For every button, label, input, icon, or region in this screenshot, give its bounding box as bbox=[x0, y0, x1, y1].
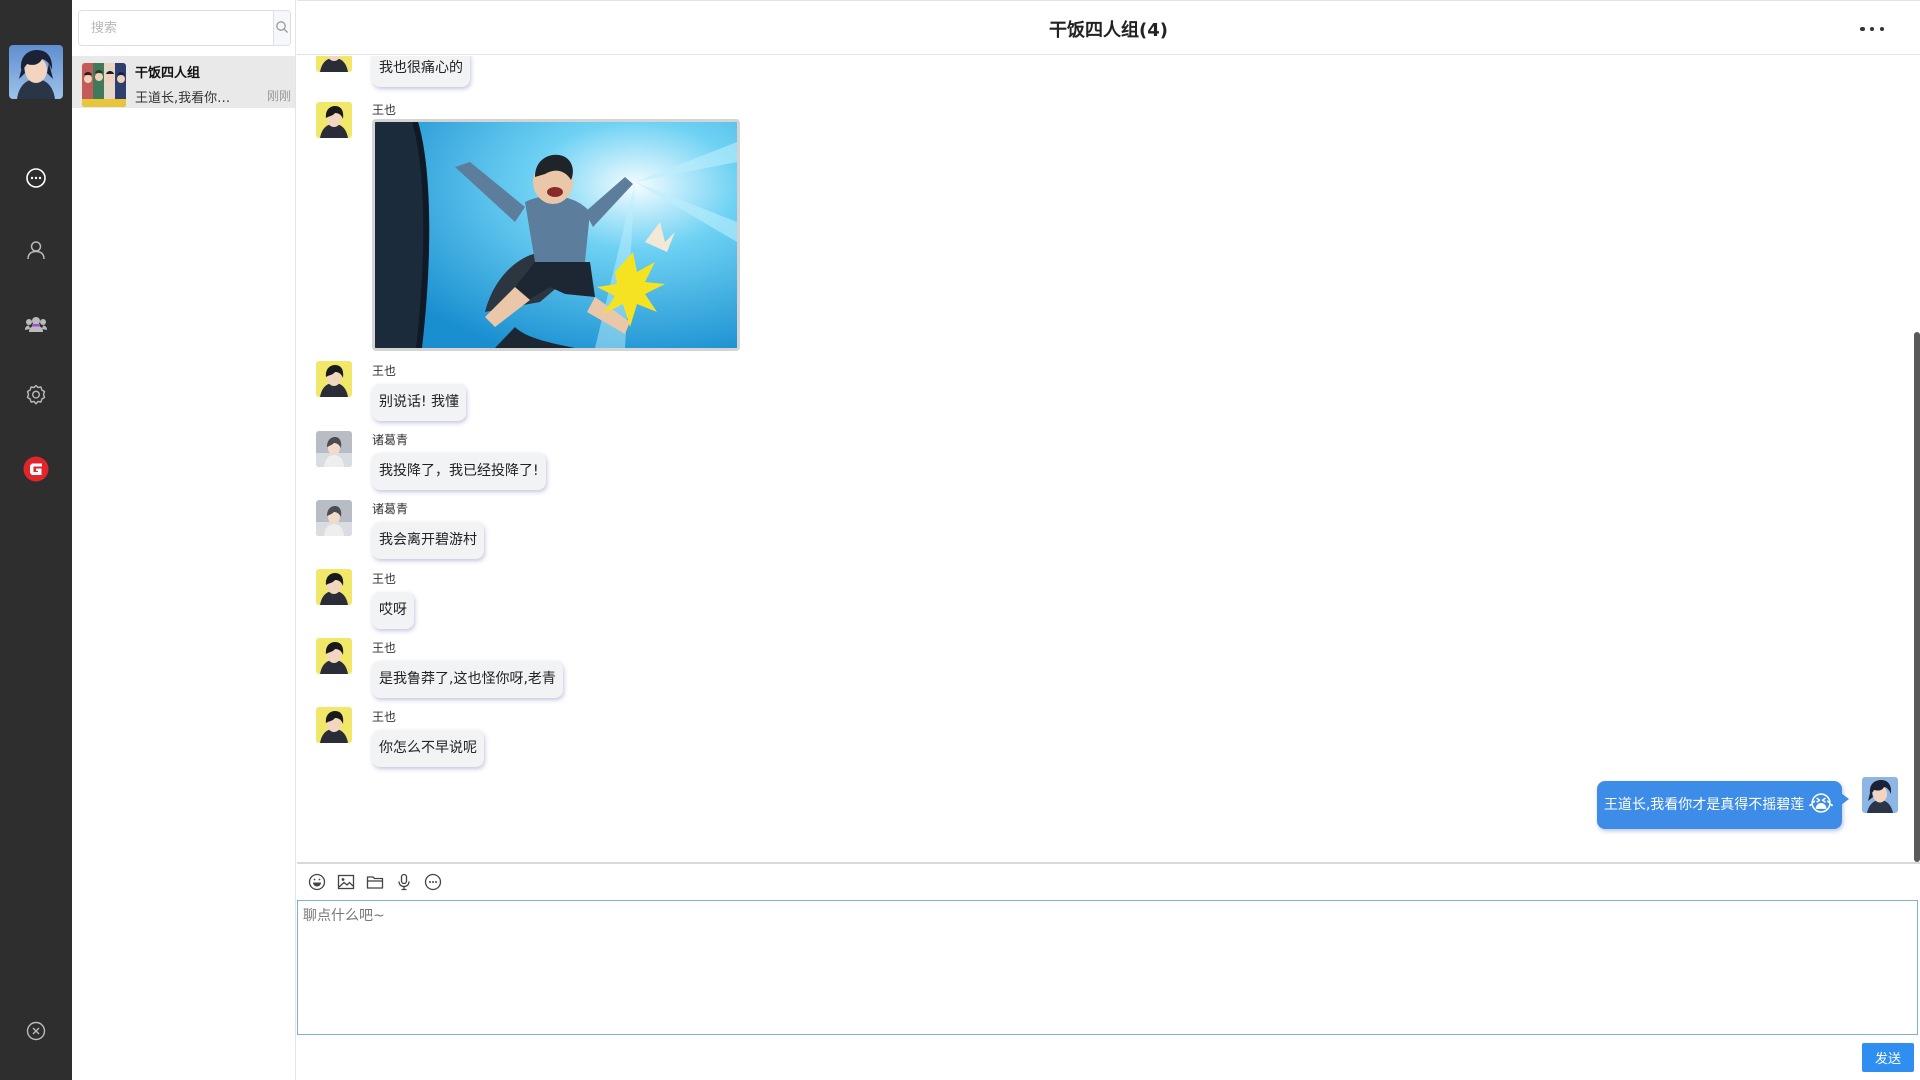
message-avatar bbox=[316, 56, 352, 72]
own-message-text: 王道长,我看你才是真得不摇碧莲 bbox=[1603, 797, 1805, 813]
group-avatar bbox=[82, 63, 126, 107]
crying-emoji-icon: 😭 bbox=[1808, 792, 1834, 817]
session-preview: 王道长,我看你才是真得不摇碧莲 bbox=[135, 91, 239, 106]
emoji-icon[interactable] bbox=[307, 872, 327, 892]
message-avatar bbox=[316, 569, 352, 605]
chat-header: 干饭四人组(4) bbox=[297, 0, 1920, 55]
message-sender: 王也 bbox=[372, 641, 397, 655]
composer-divider bbox=[297, 862, 1920, 864]
chat-app: 干饭四人组 王道长,我看你才是真得不摇碧莲 刚刚 干饭四人组(4) 我也很痛 bbox=[0, 0, 1920, 1080]
message-sender: 王也 bbox=[372, 710, 397, 724]
composer-toolbar bbox=[307, 872, 443, 896]
message-sender: 王也 bbox=[372, 572, 397, 586]
message-list[interactable]: 我也很痛心的 王也 王也 别说话! 我懂 诸葛青 我投降了，我已经投降了! 诸葛… bbox=[297, 56, 1920, 862]
session-list: 干饭四人组 王道长,我看你才是真得不摇碧莲 刚刚 bbox=[72, 0, 296, 1080]
own-avatar bbox=[1862, 777, 1898, 813]
chat-title: 干饭四人组(4) bbox=[1049, 20, 1168, 41]
microphone-icon[interactable] bbox=[394, 872, 414, 892]
chat-bubble-icon[interactable] bbox=[423, 872, 443, 892]
more-options-icon[interactable] bbox=[1860, 21, 1884, 37]
message-bubble: 我投降了，我已经投降了! bbox=[372, 453, 546, 490]
message-input[interactable] bbox=[297, 900, 1918, 1035]
message-sender: 王也 bbox=[372, 364, 397, 378]
scrollbar-thumb[interactable] bbox=[1914, 332, 1920, 862]
chat-icon[interactable] bbox=[22, 164, 50, 192]
own-message-bubble: 王道长,我看你才是真得不摇碧莲 😭 bbox=[1596, 781, 1850, 829]
message-sender: 诸葛青 bbox=[372, 502, 409, 516]
image-icon[interactable] bbox=[336, 872, 356, 892]
message-bubble: 是我鲁莽了,这也怪你呀,老青 bbox=[372, 661, 563, 698]
search-box bbox=[78, 10, 291, 46]
message-avatar bbox=[316, 638, 352, 674]
search-icon bbox=[275, 19, 289, 38]
folder-icon[interactable] bbox=[365, 872, 385, 892]
session-item[interactable]: 干饭四人组 王道长,我看你才是真得不摇碧莲 刚刚 bbox=[72, 56, 295, 108]
message-bubble: 哎呀 bbox=[372, 592, 414, 629]
message-avatar bbox=[316, 431, 352, 467]
message-sender: 王也 bbox=[372, 103, 397, 117]
message-bubble: 我也很痛心的 bbox=[372, 56, 470, 87]
session-name: 干饭四人组 bbox=[135, 66, 201, 81]
search-button[interactable] bbox=[273, 11, 290, 45]
message-bubble: 你怎么不早说呢 bbox=[372, 730, 484, 767]
groups-icon[interactable] bbox=[22, 310, 50, 338]
message-avatar bbox=[316, 102, 352, 138]
contacts-icon[interactable] bbox=[22, 236, 50, 264]
chat-panel: 干饭四人组(4) 我也很痛心的 王也 王也 别说话! 我懂 诸葛青 我投降了，我… bbox=[297, 0, 1920, 1080]
message-sender: 诸葛青 bbox=[372, 433, 409, 447]
message-avatar bbox=[316, 500, 352, 536]
message-avatar bbox=[316, 707, 352, 743]
nav-rail bbox=[0, 0, 72, 1080]
settings-icon[interactable] bbox=[22, 381, 50, 409]
send-button[interactable]: 发送 bbox=[1862, 1043, 1914, 1072]
search-input[interactable] bbox=[79, 11, 273, 45]
message-bubble: 我会离开碧游村 bbox=[372, 522, 484, 559]
session-time: 刚刚 bbox=[266, 89, 291, 103]
user-avatar[interactable] bbox=[9, 45, 63, 99]
message-avatar bbox=[316, 361, 352, 397]
message-bubble: 别说话! 我懂 bbox=[372, 384, 467, 421]
message-image[interactable] bbox=[372, 119, 740, 351]
close-icon[interactable] bbox=[22, 1017, 50, 1045]
game-logo-icon[interactable] bbox=[22, 455, 50, 483]
